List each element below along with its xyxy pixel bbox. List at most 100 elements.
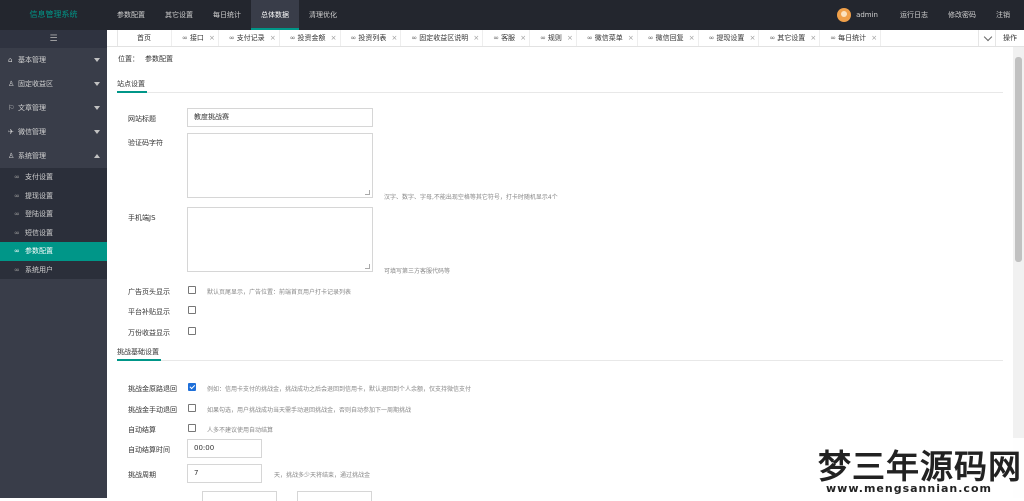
auto-settle-checkbox[interactable] <box>188 424 196 432</box>
breadcrumb-current: 参数配置 <box>145 55 173 63</box>
main-content: 位置： 参数配置 站点设置 网站标题 教度挑战赛 验证码字符 汉字、数字、字母,不… <box>107 47 1013 501</box>
close-icon[interactable]: × <box>567 30 573 46</box>
tab-fixed-income-desc[interactable]: ∞ 固定收益区说明 × <box>401 30 484 46</box>
sidebar-item-login[interactable]: ∞ 登陆设置 <box>0 205 107 224</box>
top-bar: 信息管理系统 参数配置 其它设置 每日统计 总体数据 清理优化 admin 运行… <box>0 0 1024 30</box>
platform-subsidy-label: 平台补贴显示 <box>128 308 170 316</box>
close-icon[interactable]: × <box>270 30 276 46</box>
close-icon[interactable]: × <box>628 30 634 46</box>
auto-settle-hint: 人多不建议使用自动结算 <box>207 427 274 434</box>
close-icon[interactable]: × <box>810 30 816 46</box>
topnav-item-other[interactable]: 其它设置 <box>155 0 203 30</box>
topnav-item-cleanup[interactable]: 清理优化 <box>299 0 347 30</box>
topnav-item-params[interactable]: 参数配置 <box>107 0 155 30</box>
settle-time-input[interactable]: 00:00 <box>187 439 262 458</box>
close-icon[interactable]: × <box>520 30 526 46</box>
sidebar-menu-fixed-income[interactable]: ♙ 固定收益区 <box>0 72 107 96</box>
close-icon[interactable]: × <box>871 30 877 46</box>
send-icon: ✈ <box>8 128 14 136</box>
flag-icon: ⚐ <box>8 104 15 112</box>
link-icon: ∞ <box>830 34 837 42</box>
breadcrumb: 位置： 参数配置 <box>118 54 173 64</box>
close-icon[interactable]: × <box>750 30 756 46</box>
settle-time-label: 自动结算时间 <box>128 446 170 454</box>
topnav-item-daily[interactable]: 每日统计 <box>203 0 251 30</box>
captcha-textarea[interactable] <box>187 133 373 198</box>
auto-settle-label: 自动结算 <box>128 426 156 434</box>
sidebar-item-system-users[interactable]: ∞ 系统用户 <box>0 261 107 280</box>
submenu-label: 参数配置 <box>25 247 53 255</box>
section-challenge: 挑战基础设置 <box>117 346 1003 361</box>
run-log-link[interactable]: 运行日志 <box>900 10 928 20</box>
tab-daily-stats[interactable]: ∞ 每日统计 × <box>820 30 882 46</box>
close-icon[interactable]: × <box>689 30 695 46</box>
tab-label: 微信回复 <box>655 34 684 42</box>
logout-link[interactable]: 注销 <box>996 10 1010 20</box>
period-input[interactable]: 7 <box>187 464 262 483</box>
auto-refund-label: 挑战金原路退回 <box>128 385 177 393</box>
manual-refund-hint: 如果勾选，用户挑战成功当天需手动退回挑战金，否则自动参加下一周期挑战 <box>207 407 412 414</box>
tab-label: 固定收益区说明 <box>419 34 469 42</box>
close-icon[interactable]: × <box>473 30 479 46</box>
tabs-dropdown-button[interactable] <box>978 30 996 46</box>
menu-label: 文章管理 <box>18 104 46 112</box>
tab-label: 支付记录 <box>236 34 265 42</box>
link-icon: ∞ <box>182 34 188 42</box>
link-icon: ∞ <box>14 247 20 255</box>
sidebar-menu-wechat[interactable]: ✈ 微信管理 <box>0 120 107 144</box>
scrollbar[interactable] <box>1013 47 1024 498</box>
tab-investment-amount[interactable]: ∞ 投资金额 × <box>280 30 341 46</box>
manual-refund-checkbox[interactable] <box>188 404 196 412</box>
watermark-cn: 梦三年源码网 <box>818 447 1022 486</box>
section-title: 站点设置 <box>117 78 147 93</box>
ad-header-checkbox[interactable] <box>188 286 196 294</box>
sidebar-toggle-icon[interactable]: ☰ <box>0 30 107 48</box>
tab-wechat-reply[interactable]: ∞ 微信回复 × <box>638 30 699 46</box>
sidebar-item-params[interactable]: ∞ 参数配置 <box>0 242 107 261</box>
submenu-label: 提现设置 <box>25 191 53 200</box>
change-password-link[interactable]: 修改密码 <box>948 10 976 20</box>
tabs-operations-button[interactable]: 操作 <box>995 30 1024 46</box>
menu-label: 固定收益区 <box>18 80 53 88</box>
link-icon: ∞ <box>14 228 20 237</box>
caret-down-icon <box>94 82 100 86</box>
auto-refund-checkbox[interactable] <box>188 383 196 391</box>
username[interactable]: admin <box>856 11 878 19</box>
sidebar-item-sms[interactable]: ∞ 短信设置 <box>0 224 107 243</box>
mobile-js-label: 手机端JS <box>128 214 156 222</box>
tab-wechat-menu[interactable]: ∞ 微信菜单 × <box>577 30 638 46</box>
mobile-js-textarea[interactable] <box>187 207 373 272</box>
tabs-bar: 首页 ∞ 接口 × ∞ 支付记录 × ∞ 投资金额 × ∞ 投资列表 × ∞ 固定收益区说明 × ∞… <box>107 30 1024 47</box>
link-icon: ∞ <box>411 34 418 42</box>
period-hint: 天，挑战多少天将结束，通过挑战金 <box>274 472 371 479</box>
site-title-label: 网站标题 <box>128 115 156 123</box>
sidebar-menu-articles[interactable]: ⚐ 文章管理 <box>0 96 107 120</box>
sidebar-item-withdraw[interactable]: ∞ 提现设置 <box>0 187 107 206</box>
close-icon[interactable]: × <box>331 30 337 46</box>
next-input-partial[interactable] <box>202 491 277 501</box>
tab-investment-list[interactable]: ∞ 投资列表 × <box>341 30 402 46</box>
submenu-label: 登陆设置 <box>25 210 53 218</box>
tab-customer-service[interactable]: ∞ 客服 × <box>483 30 531 46</box>
topnav-item-overall[interactable]: 总体数据 <box>251 0 299 30</box>
tab-other-settings[interactable]: ∞ 其它设置 × <box>759 30 821 46</box>
sidebar-item-payment[interactable]: ∞ 支付设置 <box>0 168 107 187</box>
tab-rules[interactable]: ∞ 规则 × <box>530 30 577 46</box>
close-icon[interactable]: × <box>209 30 215 46</box>
sidebar-menu-basic[interactable]: ⌂ 基本管理 <box>0 48 107 72</box>
tab-home[interactable]: 首页 <box>117 30 172 46</box>
next-input-partial-2[interactable] <box>297 491 372 501</box>
tab-payment-records[interactable]: ∞ 支付记录 × <box>219 30 280 46</box>
avatar[interactable] <box>837 8 852 22</box>
menu-label: 基本管理 <box>18 56 46 64</box>
scrollbar-thumb[interactable] <box>1015 57 1022 262</box>
tab-interface[interactable]: ∞ 接口 × <box>172 30 219 46</box>
user-icon: ♙ <box>8 80 15 88</box>
platform-subsidy-checkbox[interactable] <box>188 306 196 314</box>
million-income-checkbox[interactable] <box>188 327 196 335</box>
close-icon[interactable]: × <box>392 30 398 46</box>
tab-label: 客服 <box>501 34 516 42</box>
sidebar-menu-system[interactable]: ♙ 系统管理 <box>0 144 107 168</box>
site-title-input[interactable]: 教度挑战赛 <box>187 108 373 127</box>
tab-withdraw-settings[interactable]: ∞ 提现设置 × <box>699 30 760 46</box>
